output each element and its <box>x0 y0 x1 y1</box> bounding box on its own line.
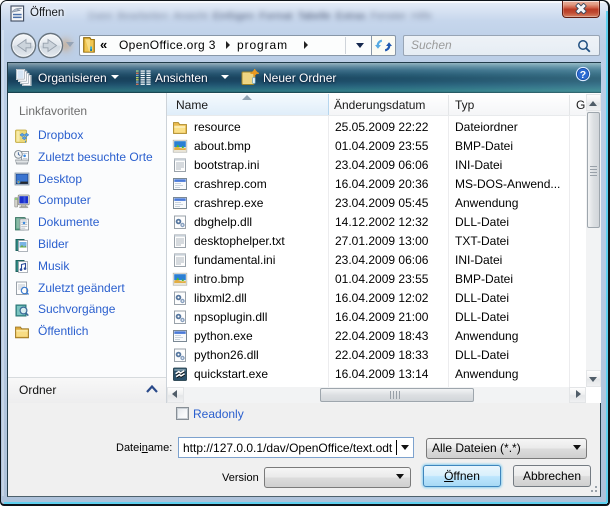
svg-text:?: ? <box>580 69 586 81</box>
